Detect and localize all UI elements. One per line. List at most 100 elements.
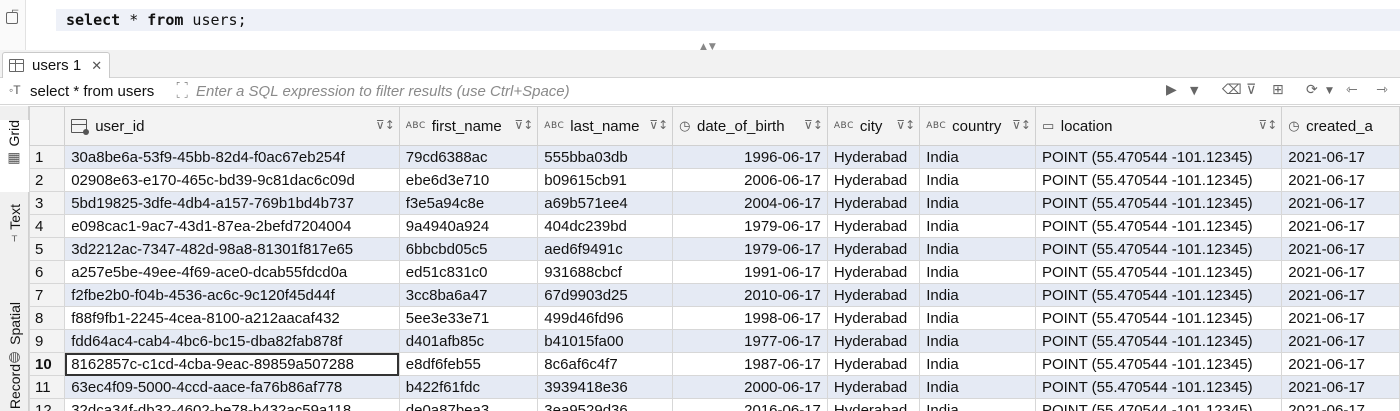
column-header-country[interactable]: ABC country ⊽↕ (919, 106, 1036, 146)
cell-last-name[interactable]: 404dc239bd (537, 214, 674, 238)
cell-created[interactable]: 2021-06-17 (1281, 375, 1400, 399)
table-row[interactable]: 10 8162857c-c1cd-4cba-9eac-89859a507288 e8… (29, 352, 1400, 376)
column-header-created-at[interactable]: ◷ created_a (1281, 106, 1400, 146)
cell-country[interactable]: India (919, 398, 1036, 411)
cell-created[interactable]: 2021-06-17 (1281, 352, 1400, 376)
cell-last-name[interactable]: b41015fa00 (537, 329, 674, 353)
table-row[interactable]: 3 5bd19825-3dfe-4db4-a157-769b1bd4b737 f3e… (29, 191, 1400, 215)
cell-country[interactable]: India (919, 214, 1036, 238)
column-header-city[interactable]: ABC city ⊽↕ (826, 106, 921, 146)
cell-first-name[interactable]: 3cc8ba6a47 (398, 283, 539, 307)
cell-country[interactable]: India (919, 283, 1036, 307)
table-row[interactable]: 8 f88f9fb1-2245-4cea-8100-a212aacaf432 5ee… (29, 306, 1400, 330)
cell-first-name[interactable]: 79cd6388ac (398, 145, 539, 169)
cell-city[interactable]: Hyderabad (826, 352, 921, 376)
cell-user-id[interactable]: 02908e63-e170-465c-bd39-9c81dac6c09d (64, 168, 400, 192)
cell-user-id[interactable]: 30a8be6a-53f9-45bb-82d4-f0ac67eb254f (64, 145, 400, 169)
cell-created[interactable]: 2021-06-17 (1281, 168, 1400, 192)
cell-city[interactable]: Hyderabad (826, 306, 921, 330)
save-filter-icon[interactable]: ⊞ (1272, 82, 1284, 98)
cell-last-name[interactable]: 67d9903d25 (537, 283, 674, 307)
cell-date-of-birth[interactable]: 2006-06-17 (672, 168, 828, 192)
column-header-date-of-birth[interactable]: ◷ date_of_birth ⊽↕ (672, 106, 828, 146)
cell-location[interactable]: POINT (55.470544 -101.12345) (1034, 352, 1283, 376)
cell-date-of-birth[interactable]: 1996-06-17 (672, 145, 828, 169)
cell-city[interactable]: Hyderabad (826, 168, 921, 192)
cell-country[interactable]: India (919, 329, 1036, 353)
cell-country[interactable]: India (919, 352, 1036, 376)
cell-first-name[interactable]: 6bbcbd05c5 (398, 237, 539, 261)
cell-first-name[interactable]: de0a87bea3 (398, 398, 539, 411)
filter-sort-icon[interactable]: ⊽↕ (896, 118, 915, 132)
cell-country[interactable]: India (919, 191, 1036, 215)
cell-user-id[interactable]: e098cac1-9ac7-43d1-87ea-2befd7204004 (64, 214, 400, 238)
cell-country[interactable]: India (919, 375, 1036, 399)
cell-last-name[interactable]: a69b571ee4 (537, 191, 674, 215)
cell-user-id[interactable]: 8162857c-c1cd-4cba-9eac-89859a507288 (64, 352, 400, 376)
cell-date-of-birth[interactable]: 1998-06-17 (672, 306, 828, 330)
sql-current-line[interactable]: select * from users; (56, 9, 1400, 31)
row-number[interactable]: 6 (29, 260, 66, 284)
column-header-first-name[interactable]: ABC first_name ⊽↕ (398, 106, 539, 146)
row-number[interactable]: 4 (29, 214, 66, 238)
panel-tab-text[interactable]: Text ᵀ (0, 204, 29, 264)
cell-date-of-birth[interactable]: 1977-06-17 (672, 329, 828, 353)
cell-date-of-birth[interactable]: 2010-06-17 (672, 283, 828, 307)
filter-history-dropdown-icon[interactable]: ▼ (1190, 84, 1198, 97)
refresh-dropdown-icon[interactable]: ▼ (1326, 86, 1333, 96)
cell-user-id[interactable]: 3d2212ac-7347-482d-98a8-81301f817e65 (64, 237, 400, 261)
cell-last-name[interactable]: 499d46fd96 (537, 306, 674, 330)
cell-first-name[interactable]: b422f61fdc (398, 375, 539, 399)
sql-editor[interactable]: ⌐ select * from users; ▲▼ (0, 0, 1400, 52)
cell-location[interactable]: POINT (55.470544 -101.12345) (1034, 168, 1283, 192)
filter-sort-icon[interactable]: ⊽↕ (804, 118, 823, 132)
cell-location[interactable]: POINT (55.470544 -101.12345) (1034, 214, 1283, 238)
cell-created[interactable]: 2021-06-17 (1281, 283, 1400, 307)
row-number[interactable]: 8 (29, 306, 66, 330)
column-header-user-id[interactable]: user_id ⊽↕ (64, 106, 400, 146)
panel-tab-grid[interactable]: Grid ▦ (0, 120, 29, 192)
cell-last-name[interactable]: 931688cbcf (537, 260, 674, 284)
cell-last-name[interactable]: 8c6af6c4f7 (537, 352, 674, 376)
cell-country[interactable]: India (919, 237, 1036, 261)
cell-date-of-birth[interactable]: 1979-06-17 (672, 214, 828, 238)
filter-sort-icon[interactable]: ⊽↕ (514, 118, 533, 132)
cell-user-id[interactable]: 32dca34f-db32-4602-be78-b432ac59a118 (64, 398, 400, 411)
back-arrow-icon[interactable]: ⇽ (1346, 82, 1358, 98)
filter-sort-icon[interactable]: ⊽↕ (1012, 118, 1031, 132)
apply-filter-play-icon[interactable]: ▶ (1166, 82, 1177, 98)
cell-date-of-birth[interactable]: 2004-06-17 (672, 191, 828, 215)
cell-city[interactable]: Hyderabad (826, 329, 921, 353)
cell-first-name[interactable]: f3e5a94c8e (398, 191, 539, 215)
table-row[interactable]: 6 a257e5be-49ee-4f69-ace0-dcab55fdcd0a ed5… (29, 260, 1400, 284)
cell-location[interactable]: POINT (55.470544 -101.12345) (1034, 191, 1283, 215)
column-header-last-name[interactable]: ABC last_name ⊽↕ (537, 106, 674, 146)
forward-arrow-icon[interactable]: ⇾ (1376, 82, 1388, 98)
cell-city[interactable]: Hyderabad (826, 260, 921, 284)
filter-sort-icon[interactable]: ⊽↕ (649, 118, 668, 132)
cell-last-name[interactable]: aed6f9491c (537, 237, 674, 261)
table-row[interactable]: 7 f2fbe2b0-f04b-4536-ac6c-9c120f45d44f 3cc… (29, 283, 1400, 307)
row-number[interactable]: 2 (29, 168, 66, 192)
cell-city[interactable]: Hyderabad (826, 214, 921, 238)
cell-first-name[interactable]: ebe6d3e710 (398, 168, 539, 192)
cell-country[interactable]: India (919, 260, 1036, 284)
cell-first-name[interactable]: 5ee3e33e71 (398, 306, 539, 330)
cell-location[interactable]: POINT (55.470544 -101.12345) (1034, 283, 1283, 307)
cell-created[interactable]: 2021-06-17 (1281, 306, 1400, 330)
table-row[interactable]: 4 e098cac1-9ac7-43d1-87ea-2befd7204004 9a4… (29, 214, 1400, 238)
cell-created[interactable]: 2021-06-17 (1281, 329, 1400, 353)
filter-sort-icon[interactable]: ⊽↕ (376, 118, 395, 132)
cell-country[interactable]: India (919, 306, 1036, 330)
cell-last-name[interactable]: 3ea9529d36 (537, 398, 674, 411)
row-number[interactable]: 3 (29, 191, 66, 215)
cell-city[interactable]: Hyderabad (826, 398, 921, 411)
cell-location[interactable]: POINT (55.470544 -101.12345) (1034, 260, 1283, 284)
refresh-icon[interactable]: ⟳ (1306, 82, 1318, 98)
row-number[interactable]: 9 (29, 329, 66, 353)
table-row[interactable]: 2 02908e63-e170-465c-bd39-9c81dac6c09d ebe… (29, 168, 1400, 192)
cell-last-name[interactable]: b09615cb91 (537, 168, 674, 192)
table-row[interactable]: 5 3d2212ac-7347-482d-98a8-81301f817e65 6bb… (29, 237, 1400, 261)
result-tab-users-1[interactable]: users 1 ✕ (2, 52, 110, 78)
cell-city[interactable]: Hyderabad (826, 375, 921, 399)
